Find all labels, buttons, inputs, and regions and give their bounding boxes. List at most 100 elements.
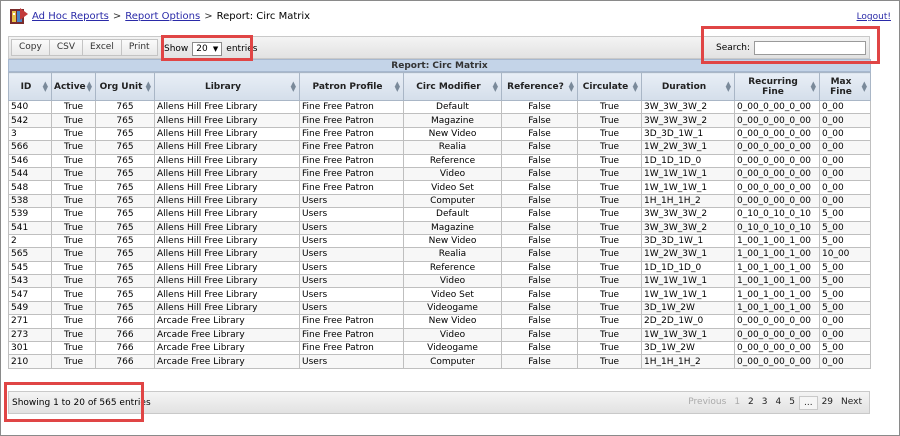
table-cell: 1W_1W_3W_1 (641, 327, 735, 343)
column-header[interactable]: Recurring Fine ▲ ▼ (734, 72, 820, 101)
sort-icon: ▲ ▼ (725, 80, 731, 93)
previous-button[interactable]: Previous (684, 396, 730, 410)
column-header[interactable]: Circulate ▲ ▼ (577, 72, 642, 101)
table-cell: True (51, 220, 96, 235)
table-cell: 5_00 (819, 274, 871, 289)
table-cell: Allens Hill Free Library (154, 287, 300, 302)
table-cell: Realia (403, 247, 502, 262)
column-header-label: Circulate (582, 81, 629, 92)
logout-link[interactable]: Logout! (857, 12, 891, 22)
print-button[interactable]: Print (120, 39, 158, 56)
table-cell: False (501, 166, 578, 182)
table-cell: Fine Free Patron (299, 327, 404, 343)
table-cell: Allens Hill Free Library (154, 99, 300, 115)
table-cell: Arcade Free Library (154, 354, 300, 369)
top-bar: Ad Hoc Reports > Report Options > Report: Ci… (9, 6, 891, 28)
table-row: 548 True 765 Allens Hill Free Library Fine F… (8, 180, 871, 195)
table-cell: Allens Hill Free Library (154, 126, 300, 142)
table-cell: 3W_3W_3W_2 (641, 220, 735, 235)
table-cell: Fine Free Patron (299, 341, 404, 356)
page-button[interactable]: 2 (744, 396, 758, 410)
table-cell: 543 (8, 274, 52, 289)
table-cell: True (577, 314, 642, 329)
table-cell: 541 (8, 220, 52, 235)
table-cell: 5_00 (819, 207, 871, 222)
table-cell: Allens Hill Free Library (154, 274, 300, 289)
breadcrumb-report-options[interactable]: Report Options (125, 11, 200, 22)
table-cell: 765 (95, 260, 155, 276)
page-button[interactable]: 4 (772, 396, 786, 410)
page-button[interactable]: 29 (818, 396, 837, 410)
table-cell: True (577, 260, 642, 276)
table-cell: 0_00_0_00_0_00 (734, 99, 820, 115)
table-cell: Allens Hill Free Library (154, 260, 300, 276)
column-header[interactable]: Circ Modifier ▲ ▼ (403, 72, 502, 101)
table-cell: 1_00_1_00_1_00 (734, 300, 820, 316)
column-header[interactable]: ID ▲ ▼ (8, 72, 52, 101)
sort-icon: ▲ ▼ (632, 80, 638, 93)
table-cell: True (51, 166, 96, 182)
table-cell: New Video (403, 233, 502, 249)
table-cell: Fine Free Patron (299, 153, 404, 168)
page-button[interactable]: 1 (730, 396, 744, 410)
table-cell: 566 (8, 140, 52, 155)
table-cell: Allens Hill Free Library (154, 180, 300, 195)
table-cell: 765 (95, 113, 155, 128)
table-cell: 3W_3W_3W_2 (641, 113, 735, 128)
table-cell: 5_00 (819, 341, 871, 356)
table-cell: 0_00_0_00_0_00 (734, 126, 820, 142)
table-cell: 3W_3W_3W_2 (641, 99, 735, 115)
table-cell: 765 (95, 140, 155, 155)
breadcrumb-separator: > (204, 11, 213, 22)
table-cell: 0_00 (819, 126, 871, 142)
table-cell: True (577, 341, 642, 356)
table-cell: True (577, 166, 642, 182)
column-header[interactable]: Library ▲ ▼ (154, 72, 300, 101)
table-cell: False (501, 314, 578, 329)
column-header[interactable]: Reference? ▲ ▼ (501, 72, 578, 101)
table-cell: Reference (403, 153, 502, 168)
highlight-show-entries (161, 35, 253, 61)
table-cell: Allens Hill Free Library (154, 207, 300, 222)
table-row: 541 True 765 Allens Hill Free Library Users M… (8, 220, 871, 235)
table-cell: 766 (95, 341, 155, 356)
table-cell: 765 (95, 274, 155, 289)
table-cell: 0_00_0_00_0_00 (734, 113, 820, 128)
table-cell: Computer (403, 193, 502, 209)
column-header[interactable]: Patron Profile ▲ ▼ (299, 72, 404, 101)
column-header[interactable]: Active ▲ ▼ (51, 72, 96, 101)
breadcrumb-ad-hoc-reports[interactable]: Ad Hoc Reports (32, 11, 109, 22)
column-header[interactable]: Max Fine ▲ ▼ (819, 72, 871, 101)
table-cell: Allens Hill Free Library (154, 220, 300, 235)
table-row: 271 True 766 Arcade Free Library Fine Free P… (8, 314, 871, 329)
page-button[interactable]: 3 (758, 396, 772, 410)
table-cell: Users (299, 260, 404, 276)
excel-button[interactable]: Excel (82, 39, 122, 56)
table-cell: Fine Free Patron (299, 99, 404, 115)
table-cell: Video (403, 274, 502, 289)
table-cell: 765 (95, 180, 155, 195)
column-header[interactable]: Org Unit ▲ ▼ (95, 72, 155, 101)
table-cell: 5_00 (819, 233, 871, 249)
table-cell: 0_10_0_10_0_10 (734, 220, 820, 235)
column-header[interactable]: Duration ▲ ▼ (641, 72, 735, 101)
table-row: 538 True 765 Allens Hill Free Library Users C… (8, 193, 871, 209)
table-cell: 1W_1W_1W_1 (641, 166, 735, 182)
table-cell: 765 (95, 233, 155, 249)
table-row: 546 True 765 Allens Hill Free Library Fine F… (8, 153, 871, 168)
column-header-label: Reference? (507, 81, 564, 92)
sort-icon: ▲ ▼ (492, 80, 498, 93)
table-cell: True (51, 260, 96, 276)
sort-icon: ▲ ▼ (86, 80, 92, 93)
next-button[interactable]: Next (837, 396, 866, 410)
table-cell: 765 (95, 207, 155, 222)
column-header-label: Duration (661, 81, 707, 92)
table-cell: True (51, 354, 96, 369)
column-header-label: Recurring Fine (748, 76, 798, 97)
table-cell: Arcade Free Library (154, 314, 300, 329)
table-cell: True (577, 126, 642, 142)
copy-button[interactable]: Copy (11, 39, 50, 56)
page-button[interactable]: 5 (785, 396, 799, 410)
csv-button[interactable]: CSV (48, 39, 83, 56)
table-cell: 0_10_0_10_0_10 (734, 207, 820, 222)
